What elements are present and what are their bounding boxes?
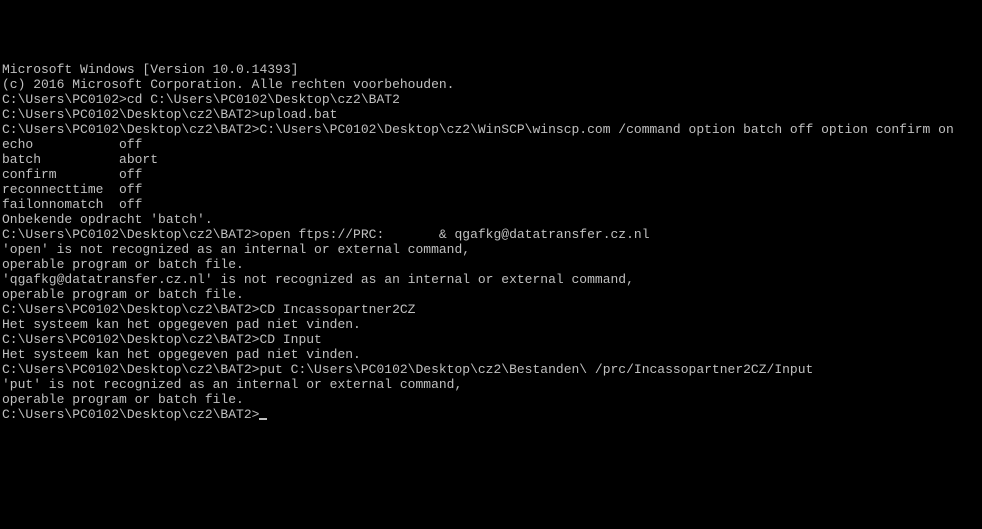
prompt-line: C:\Users\PC0102\Desktop\cz2\BAT2>upload.… [2,107,980,122]
prompt-line: C:\Users\PC0102\Desktop\cz2\BAT2>put C:\… [2,362,980,377]
prompt-text: C:\Users\PC0102\Desktop\cz2\BAT2> [2,407,259,422]
prompt-line: C:\Users\PC0102>cd C:\Users\PC0102\Deskt… [2,92,980,107]
output-line: Microsoft Windows [Version 10.0.14393] [2,62,980,77]
prompt-line: C:\Users\PC0102\Desktop\cz2\BAT2>open ft… [2,227,980,242]
error-line: operable program or batch file. [2,287,980,302]
output-line: reconnecttime off [2,182,980,197]
prompt-line: C:\Users\PC0102\Desktop\cz2\BAT2>C:\User… [2,122,980,137]
cursor [259,418,267,420]
error-line: 'put' is not recognized as an internal o… [2,377,980,392]
output-line: (c) 2016 Microsoft Corporation. Alle rec… [2,77,980,92]
current-prompt[interactable]: C:\Users\PC0102\Desktop\cz2\BAT2> [2,407,980,422]
prompt-line: C:\Users\PC0102\Desktop\cz2\BAT2>CD Inca… [2,302,980,317]
error-line: Het systeem kan het opgegeven pad niet v… [2,317,980,332]
terminal-output[interactable]: Microsoft Windows [Version 10.0.14393](c… [2,62,980,422]
error-line: 'open' is not recognized as an internal … [2,242,980,257]
output-line: confirm off [2,167,980,182]
output-line: echo off [2,137,980,152]
error-line: operable program or batch file. [2,257,980,272]
error-line: operable program or batch file. [2,392,980,407]
output-line: failonnomatch off [2,197,980,212]
output-line: Onbekende opdracht 'batch'. [2,212,980,227]
error-line: Het systeem kan het opgegeven pad niet v… [2,347,980,362]
prompt-line: C:\Users\PC0102\Desktop\cz2\BAT2>CD Inpu… [2,332,980,347]
error-line: 'qgafkg@datatransfer.cz.nl' is not recog… [2,272,980,287]
output-line: batch abort [2,152,980,167]
